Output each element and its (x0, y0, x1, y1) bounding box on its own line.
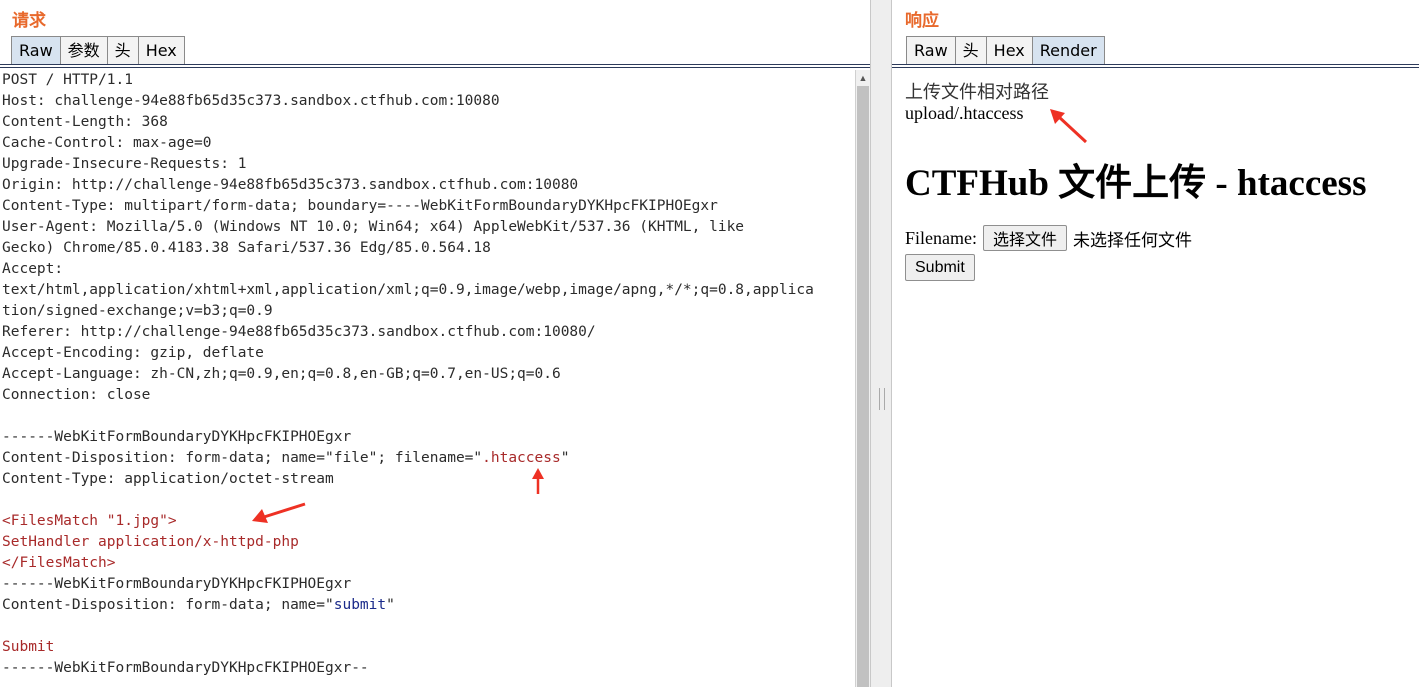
request-line-segment: Gecko) Chrome/85.0.4183.38 Safari/537.36… (2, 240, 491, 256)
request-line: Connection: close (0, 385, 854, 406)
request-line-segment: Content-Disposition: form-data; name="fi… (2, 450, 483, 466)
request-line: Referer: http://challenge-94e88fb65d35c3… (0, 322, 854, 343)
scrollbar-thumb[interactable] (857, 86, 869, 687)
request-line: ------WebKitFormBoundaryDYKHpcFKIPHOEgxr (0, 427, 854, 448)
upload-path-label: 上传文件相对路径 (905, 82, 1049, 103)
request-line: Accept: (0, 259, 854, 280)
request-line: Accept-Language: zh-CN,zh;q=0.9,en;q=0.8… (0, 364, 854, 385)
request-line: Content-Disposition: form-data; name="su… (0, 595, 854, 616)
request-line: ------WebKitFormBoundaryDYKHpcFKIPHOEgxr (0, 574, 854, 595)
response-tabs: Raw 头 Hex Render (906, 36, 1105, 66)
request-line-segment: Upgrade-Insecure-Requests: 1 (2, 156, 247, 172)
request-line-segment: " (560, 450, 570, 466)
request-line-segment: SetHandler application/x-httpd-php (2, 534, 299, 550)
request-line-segment: submit (333, 597, 387, 613)
request-line: Content-Disposition: form-data; name="fi… (0, 448, 854, 469)
request-line-segment: Accept: (2, 261, 64, 277)
request-line: POST / HTTP/1.1 (0, 70, 854, 91)
request-line-segment: <FilesMatch "1.jpg"> (2, 513, 177, 529)
response-tab-underline (892, 64, 1419, 68)
request-tab-headers[interactable]: 头 (106, 36, 139, 64)
request-line: Content-Type: application/octet-stream (0, 469, 854, 490)
request-line: Upgrade-Insecure-Requests: 1 (0, 154, 854, 175)
response-tab-raw[interactable]: Raw (906, 36, 956, 64)
response-tab-hex[interactable]: Hex (985, 36, 1033, 64)
request-tabs: Raw 参数 头 Hex (11, 36, 185, 66)
no-file-chosen-text: 未选择任何文件 (1073, 230, 1192, 251)
request-line-segment: Accept-Language: zh-CN,zh;q=0.9,en;q=0.8… (2, 366, 561, 382)
request-line-segment: Referer: http://challenge-94e88fb65d35c3… (2, 324, 596, 340)
request-line: Gecko) Chrome/85.0.4183.38 Safari/537.36… (0, 238, 854, 259)
request-line: User-Agent: Mozilla/5.0 (Windows NT 10.0… (0, 217, 854, 238)
submit-button[interactable]: Submit (905, 254, 975, 281)
request-tab-raw[interactable]: Raw (11, 36, 61, 64)
request-line-segment: POST / HTTP/1.1 (2, 72, 133, 88)
request-tab-params[interactable]: 参数 (59, 36, 108, 64)
filename-label: Filename: (905, 227, 977, 248)
request-line: tion/signed-exchange;v=b3;q=0.9 (0, 301, 854, 322)
request-line: Accept-Encoding: gzip, deflate (0, 343, 854, 364)
request-line-segment: Origin: http://challenge-94e88fb65d35c37… (2, 177, 579, 193)
request-line: <FilesMatch "1.jpg"> (0, 511, 854, 532)
request-line-segment: Accept-Encoding: gzip, deflate (2, 345, 264, 361)
request-line-segment: Content-Type: multipart/form-data; bound… (2, 198, 718, 214)
choose-file-button[interactable]: 选择文件 (982, 225, 1067, 251)
request-line-segment: ------WebKitFormBoundaryDYKHpcFKIPHOEgxr (2, 429, 352, 445)
request-line: ------WebKitFormBoundaryDYKHpcFKIPHOEgxr… (0, 658, 854, 679)
request-line (0, 406, 854, 427)
response-pane: 响应 Raw 头 Hex Render 上传文件相对路径 upload/.hta… (892, 0, 1419, 687)
request-line-segment: " (386, 597, 395, 613)
request-tab-hex[interactable]: Hex (137, 36, 185, 64)
request-line-segment: Content-Type: application/octet-stream (2, 471, 334, 487)
request-line: Cache-Control: max-age=0 (0, 133, 854, 154)
request-line-segment: Connection: close (2, 387, 151, 403)
request-line: text/html,application/xhtml+xml,applicat… (0, 280, 854, 301)
request-tab-underline (0, 64, 870, 68)
scroll-up-arrow-icon[interactable]: ▲ (856, 70, 870, 86)
request-line: Origin: http://challenge-94e88fb65d35c37… (0, 175, 854, 196)
request-line: SetHandler application/x-httpd-php (0, 532, 854, 553)
pane-splitter[interactable] (870, 0, 892, 687)
response-tab-headers[interactable]: 头 (954, 36, 987, 64)
response-tab-render[interactable]: Render (1031, 36, 1105, 64)
request-line-segment: Cache-Control: max-age=0 (2, 135, 212, 151)
splitter-grip-icon[interactable] (879, 388, 885, 410)
request-scrollbar[interactable]: ▲ (855, 70, 870, 687)
request-line: </FilesMatch> (0, 553, 854, 574)
request-line-segment: tion/signed-exchange;v=b3;q=0.9 (2, 303, 273, 319)
request-line: Content-Length: 368 (0, 112, 854, 133)
request-line-segment: ------WebKitFormBoundaryDYKHpcFKIPHOEgxr… (2, 660, 369, 676)
request-line (0, 490, 854, 511)
request-line-segment: text/html,application/xhtml+xml,applicat… (2, 282, 814, 298)
response-pane-title: 响应 (905, 11, 939, 31)
request-line: Host: challenge-94e88fb65d35c373.sandbox… (0, 91, 854, 112)
request-line-segment: </FilesMatch> (2, 555, 116, 571)
upload-path-value: upload/.htaccess (905, 103, 1024, 123)
request-line (0, 616, 854, 637)
rendered-page: 上传文件相对路径 upload/.htaccess CTFHub 文件上传 - … (892, 70, 1419, 687)
request-raw-editor[interactable]: POST / HTTP/1.1 Host: challenge-94e88fb65… (0, 70, 854, 687)
request-line-segment: ------WebKitFormBoundaryDYKHpcFKIPHOEgxr (2, 576, 352, 592)
upload-form-row: Filename: 选择文件 未选择任何文件 (905, 225, 1192, 251)
request-line: Submit (0, 637, 854, 658)
page-heading: CTFHub 文件上传 - htaccess (905, 163, 1367, 204)
request-line-segment: User-Agent: Mozilla/5.0 (Windows NT 10.0… (2, 219, 745, 235)
request-line: Content-Type: multipart/form-data; bound… (0, 196, 854, 217)
request-pane-title: 请求 (12, 11, 46, 31)
request-line-segment: Host: challenge-94e88fb65d35c373.sandbox… (2, 93, 500, 109)
request-pane: 请求 Raw 参数 头 Hex POST / HTTP/1.1 Host: cha… (0, 0, 870, 687)
request-line-segment: Content-Length: 368 (2, 114, 168, 130)
request-line-segment: Content-Disposition: form-data; name=" (2, 597, 334, 613)
request-line-segment: Submit (2, 639, 55, 655)
request-line-segment: .htaccess (482, 450, 561, 466)
